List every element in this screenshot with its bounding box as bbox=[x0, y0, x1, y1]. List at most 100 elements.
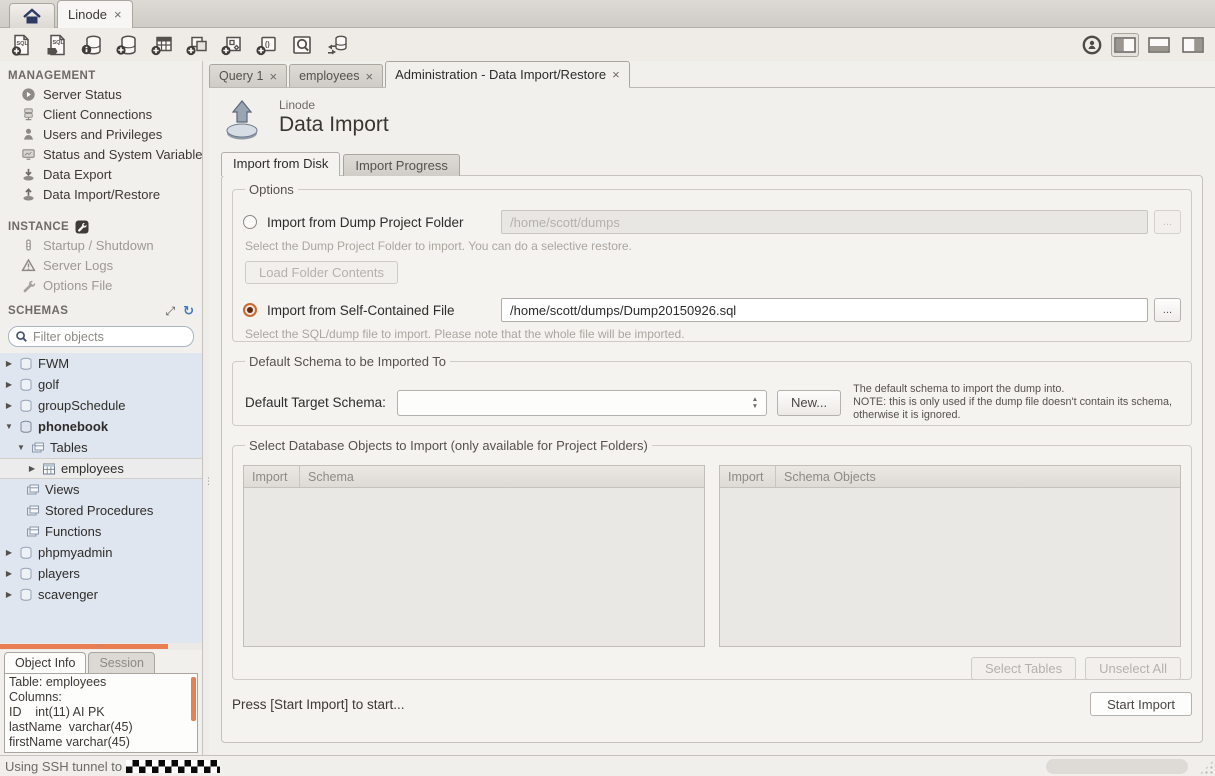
sidebar-item-data-export[interactable]: Data Export bbox=[0, 164, 202, 184]
close-icon[interactable]: × bbox=[114, 7, 122, 22]
home-tab[interactable] bbox=[9, 3, 55, 28]
radio-import-self-contained-file[interactable] bbox=[243, 303, 257, 317]
chevron-down-icon[interactable]: ▼ bbox=[16, 443, 26, 452]
new-sql-tab-button[interactable]: SQL bbox=[8, 31, 35, 58]
close-icon[interactable]: × bbox=[269, 69, 277, 84]
schema-icon bbox=[19, 420, 33, 434]
sync-database-button[interactable] bbox=[323, 31, 350, 58]
object-info-scrollbar[interactable] bbox=[191, 677, 196, 721]
schema-inspector-button[interactable] bbox=[78, 31, 105, 58]
tab-query-1[interactable]: Query 1 × bbox=[209, 64, 287, 87]
create-schema-button[interactable] bbox=[113, 31, 140, 58]
toggle-bottom-panel-button[interactable] bbox=[1145, 33, 1173, 57]
tab-administration-data-import[interactable]: Administration - Data Import/Restore × bbox=[385, 61, 630, 88]
schema-table[interactable]: Import Schema bbox=[243, 465, 705, 647]
select-tables-button[interactable]: Select Tables bbox=[971, 657, 1076, 680]
load-folder-contents-button[interactable]: Load Folder Contents bbox=[245, 261, 398, 284]
new-schema-button[interactable]: New... bbox=[777, 390, 841, 416]
toggle-left-sidebar-button[interactable] bbox=[1111, 33, 1139, 57]
sidebar-item-data-import-restore[interactable]: Data Import/Restore bbox=[0, 184, 202, 204]
close-icon[interactable]: × bbox=[366, 69, 374, 84]
create-table-button[interactable] bbox=[148, 31, 175, 58]
combobox-spinner[interactable]: ▲ ▼ bbox=[744, 391, 766, 415]
object-info-line: ID int(11) AI PK bbox=[9, 705, 193, 720]
connection-status-button[interactable] bbox=[1078, 31, 1105, 58]
tree-item-fwm[interactable]: ▶ FWM bbox=[0, 353, 202, 374]
sidebar-item-options-file[interactable]: Options File bbox=[0, 275, 202, 295]
refresh-schemas-icon[interactable]: ↻ bbox=[183, 303, 194, 319]
tree-item-views[interactable]: Views bbox=[0, 479, 202, 500]
default-target-schema-combobox[interactable]: ▲ ▼ bbox=[397, 390, 767, 416]
create-procedure-icon bbox=[220, 33, 244, 57]
sidebar-item-users-privileges[interactable]: Users and Privileges bbox=[0, 124, 202, 144]
sidebar-horizontal-splitter[interactable]: ∙∙∙ bbox=[0, 643, 202, 650]
tree-item-tables[interactable]: ▼ Tables bbox=[0, 437, 202, 458]
window-resize-grip[interactable] bbox=[1199, 760, 1214, 775]
tree-item-employees[interactable]: ▶ employees bbox=[0, 458, 202, 479]
create-function-button[interactable]: () bbox=[253, 31, 280, 58]
chevron-right-icon[interactable]: ▶ bbox=[4, 401, 14, 410]
chevron-right-icon[interactable]: ▶ bbox=[4, 380, 14, 389]
tree-item-phonebook[interactable]: ▼ phonebook bbox=[0, 416, 202, 437]
chevron-right-icon[interactable]: ▶ bbox=[27, 464, 37, 473]
tree-item-functions[interactable]: Functions bbox=[0, 521, 202, 542]
management-title: MANAGEMENT bbox=[8, 70, 96, 82]
tree-item-golf[interactable]: ▶ golf bbox=[0, 374, 202, 395]
sidebar-item-client-connections[interactable]: Client Connections bbox=[0, 104, 202, 124]
tree-item-phpmyadmin[interactable]: ▶ phpmyadmin bbox=[0, 542, 202, 563]
create-view-button[interactable] bbox=[183, 31, 210, 58]
navigator-sidebar: MANAGEMENT Server Status Client Connecti… bbox=[0, 61, 203, 755]
open-sql-script-button[interactable]: SQL bbox=[43, 31, 70, 58]
main-toolbar: SQL SQL () bbox=[0, 28, 1215, 61]
sidebar-item-server-logs[interactable]: Server Logs bbox=[0, 255, 202, 275]
schema-table-header: Import Schema bbox=[244, 466, 704, 488]
schema-filter-input[interactable] bbox=[33, 330, 194, 344]
tree-item-stored-procedures[interactable]: Stored Procedures bbox=[0, 500, 202, 521]
radio-import-dump-folder[interactable] bbox=[243, 215, 257, 229]
tab-import-from-disk[interactable]: Import from Disk bbox=[221, 152, 340, 176]
object-info-line: Table: employees bbox=[9, 675, 193, 690]
import-from-disk-panel: Options Import from Dump Project Folder … bbox=[221, 175, 1203, 743]
tab-session[interactable]: Session bbox=[88, 652, 154, 673]
tab-import-progress[interactable]: Import Progress bbox=[343, 154, 459, 176]
chevron-down-icon[interactable]: ▼ bbox=[4, 422, 14, 431]
connection-tab-linode[interactable]: Linode × bbox=[57, 0, 133, 28]
options-legend: Options bbox=[245, 182, 298, 197]
chevron-right-icon[interactable]: ▶ bbox=[4, 569, 14, 578]
status-bar: Using SSH tunnel to bbox=[0, 755, 1215, 776]
management-section-header: MANAGEMENT bbox=[0, 61, 202, 84]
tab-object-info[interactable]: Object Info bbox=[4, 652, 86, 673]
expand-schemas-icon[interactable]: ⤢ bbox=[165, 304, 175, 319]
search-objects-button[interactable] bbox=[288, 31, 315, 58]
instance-title: INSTANCE bbox=[8, 221, 69, 233]
sql-file-path-input[interactable] bbox=[501, 298, 1148, 322]
sidebar-item-status-system-variables[interactable]: Status and System Variables bbox=[0, 144, 202, 164]
tab-employees[interactable]: employees × bbox=[289, 64, 383, 87]
toggle-right-sidebar-button[interactable] bbox=[1179, 33, 1207, 57]
create-procedure-button[interactable] bbox=[218, 31, 245, 58]
dump-folder-path-input[interactable] bbox=[501, 210, 1148, 234]
sidebar-item-startup-shutdown[interactable]: Startup / Shutdown bbox=[0, 235, 202, 255]
schema-objects-table[interactable]: Import Schema Objects bbox=[719, 465, 1181, 647]
tree-item-groupschedule[interactable]: ▶ groupSchedule bbox=[0, 395, 202, 416]
start-import-button[interactable]: Start Import bbox=[1090, 692, 1192, 716]
instance-config-icon[interactable] bbox=[75, 220, 89, 234]
object-info-line: Columns: bbox=[9, 690, 193, 705]
tree-item-scavenger[interactable]: ▶ scavenger bbox=[0, 584, 202, 605]
chevron-right-icon[interactable]: ▶ bbox=[4, 359, 14, 368]
chevron-right-icon[interactable]: ▶ bbox=[4, 548, 14, 557]
create-view-icon bbox=[185, 33, 209, 57]
browse-file-button[interactable]: ... bbox=[1154, 298, 1181, 322]
schema-icon bbox=[19, 567, 33, 581]
close-icon[interactable]: × bbox=[612, 67, 620, 82]
unselect-all-button[interactable]: Unselect All bbox=[1085, 657, 1181, 680]
default-schema-legend: Default Schema to be Imported To bbox=[245, 354, 450, 369]
status-pill bbox=[1046, 759, 1188, 774]
schema-objects-table-header: Import Schema Objects bbox=[720, 466, 1180, 488]
connection-name: Linode bbox=[279, 98, 389, 112]
chevron-right-icon[interactable]: ▶ bbox=[4, 590, 14, 599]
schema-inspector-icon bbox=[80, 33, 104, 57]
browse-folder-button[interactable]: ... bbox=[1154, 210, 1181, 234]
tree-item-players[interactable]: ▶ players bbox=[0, 563, 202, 584]
sidebar-item-server-status[interactable]: Server Status bbox=[0, 84, 202, 104]
